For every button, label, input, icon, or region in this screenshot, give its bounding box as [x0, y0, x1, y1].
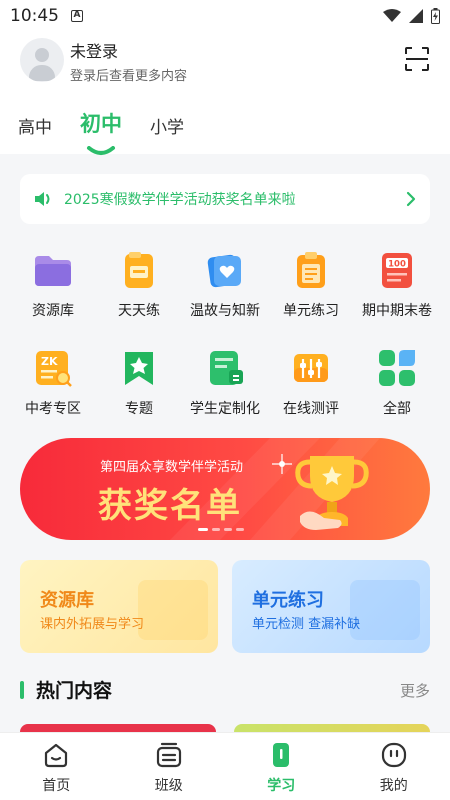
feature-label: 温故与知新 — [190, 303, 260, 319]
tab-label: 班级 — [154, 778, 183, 794]
feature-online-assessment[interactable]: 在线测评 — [268, 338, 354, 436]
pagination-dot[interactable] — [224, 528, 232, 531]
section-title: 热门内容 — [36, 680, 113, 702]
battery-icon — [431, 8, 440, 24]
login-status[interactable]: 未登录 — [70, 38, 118, 62]
status-bar: 10:45 A — [0, 0, 450, 32]
notice-bar[interactable]: 2025寒假数学伴学活动获奖名单来啦 — [20, 174, 430, 224]
promo-banner[interactable]: 第四届众享数学伴学活动 获奖名单 — [20, 438, 430, 540]
pagination-dot[interactable] — [212, 528, 220, 531]
zk-icon: ZK — [36, 351, 72, 387]
feature-label: 单元练习 — [283, 303, 339, 319]
speaker-icon — [35, 192, 50, 206]
a-icon: A — [71, 10, 83, 22]
profile-icon — [381, 742, 406, 768]
feature-zhongkao[interactable]: ZK 中考专区 — [10, 338, 96, 436]
feature-grid: 资源库 天天练 温故与知新 单元练习 100 期中期末卷 ZK 中考专区 专题 — [10, 240, 440, 436]
hot-content-section: 热门内容 更多 — [20, 676, 430, 704]
score-100-icon: 100 — [382, 253, 412, 288]
feature-label: 专题 — [125, 401, 153, 417]
tab-label: 学习 — [267, 778, 296, 794]
pagination-dot[interactable] — [236, 528, 244, 531]
card-title: 单元练习 — [252, 590, 324, 611]
banner-subtitle: 第四届众享数学伴学活动 — [100, 460, 244, 475]
unit-practice-card[interactable]: 单元练习 单元检测 查漏补缺 — [232, 560, 430, 653]
active-tab-indicator — [87, 146, 115, 155]
svg-text:ZK: ZK — [41, 355, 58, 368]
feature-review[interactable]: 温故与知新 — [182, 240, 268, 338]
tab-home[interactable]: 首页 — [0, 733, 113, 800]
banner-pagination — [198, 528, 244, 531]
card-desc: 课内外拓展与学习 — [40, 617, 145, 632]
feature-label: 天天练 — [118, 303, 160, 319]
tab-primary-school[interactable]: 小学 — [150, 113, 184, 138]
chevron-right-icon — [406, 191, 416, 207]
feature-label: 资源库 — [32, 303, 74, 319]
header: 未登录 登录后查看更多内容 高中 初中 小学 — [0, 32, 450, 155]
class-icon — [156, 742, 181, 768]
banner-title: 获奖名单 — [98, 486, 242, 526]
feature-unit-practice[interactable]: 单元练习 — [268, 240, 354, 338]
study-icon — [273, 743, 290, 767]
pagination-dot[interactable] — [198, 528, 208, 531]
grid-icon — [379, 350, 415, 386]
svg-text:100: 100 — [388, 260, 406, 270]
feature-customized[interactable]: 学生定制化 — [182, 338, 268, 436]
home-icon — [45, 743, 68, 768]
signal-icon — [409, 9, 423, 23]
bottom-tab-bar: 首页 班级 学习 我的 — [0, 732, 450, 800]
section-accent-bar — [20, 681, 24, 699]
sliders-icon — [294, 354, 328, 382]
login-hint[interactable]: 登录后查看更多内容 — [70, 65, 187, 84]
tab-class[interactable]: 班级 — [113, 733, 226, 800]
tab-label: 首页 — [42, 778, 71, 794]
tab-study[interactable]: 学习 — [225, 733, 338, 800]
clipboard-icon — [297, 252, 325, 288]
feature-resource-library[interactable]: 资源库 — [10, 240, 96, 338]
feature-label: 全部 — [383, 401, 411, 417]
card-decoration — [138, 580, 208, 640]
card-desc: 单元检测 查漏补缺 — [252, 617, 361, 632]
notice-text: 2025寒假数学伴学活动获奖名单来啦 — [64, 192, 296, 208]
feature-exam-papers[interactable]: 100 期中期末卷 — [354, 240, 440, 338]
tab-label: 我的 — [379, 778, 408, 794]
scan-icon[interactable] — [404, 46, 430, 72]
card-title: 资源库 — [40, 590, 94, 611]
grade-tabs: 高中 初中 小学 — [18, 108, 212, 155]
feature-label: 期中期末卷 — [362, 303, 432, 319]
more-link[interactable]: 更多 — [400, 680, 430, 701]
trophy-icon — [295, 456, 369, 530]
status-time: 10:45 — [10, 6, 59, 26]
tab-middle-school[interactable]: 初中 — [80, 108, 122, 155]
wifi-icon — [383, 9, 401, 22]
tab-profile[interactable]: 我的 — [338, 733, 450, 800]
resource-library-card[interactable]: 资源库 课内外拓展与学习 — [20, 560, 218, 653]
feature-label: 学生定制化 — [190, 401, 260, 417]
star-ribbon-icon — [125, 352, 153, 385]
custom-card-icon — [210, 351, 243, 385]
feature-topics[interactable]: 专题 — [96, 338, 182, 436]
feature-label: 在线测评 — [283, 401, 339, 417]
feature-label: 中考专区 — [25, 401, 81, 417]
folder-icon — [35, 256, 71, 286]
feature-all[interactable]: 全部 — [354, 338, 440, 436]
tab-high-school[interactable]: 高中 — [18, 113, 52, 138]
daily-practice-icon — [125, 252, 153, 288]
card-decoration — [350, 580, 420, 640]
heart-card-icon — [207, 254, 241, 288]
feature-daily-practice[interactable]: 天天练 — [96, 240, 182, 338]
tab-middle-school-label: 初中 — [80, 112, 122, 136]
avatar[interactable] — [20, 38, 64, 82]
